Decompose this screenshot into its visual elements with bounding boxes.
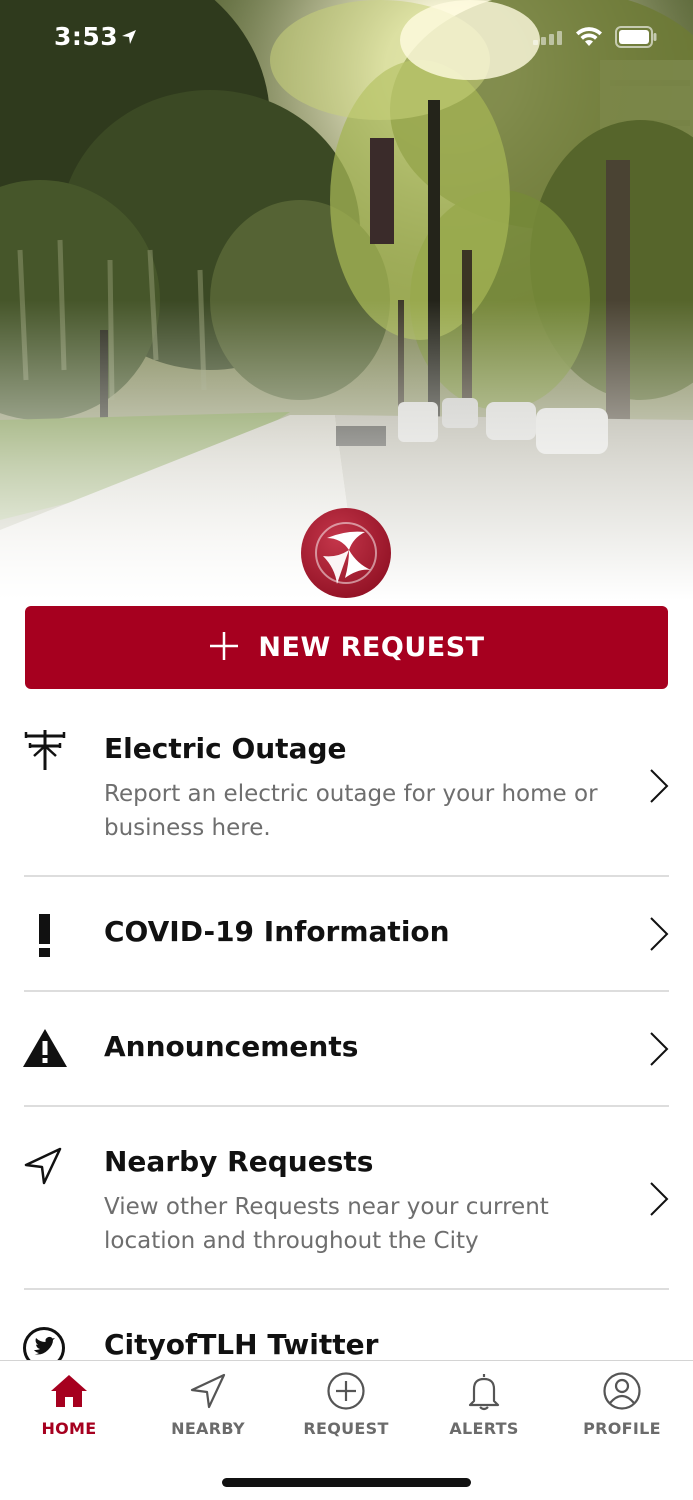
tab-profile[interactable]: PROFILE — [553, 1371, 691, 1451]
tab-home[interactable]: HOME — [0, 1371, 138, 1451]
location-arrow-icon — [22, 1145, 64, 1191]
plus-icon — [208, 630, 240, 666]
wifi-icon — [575, 26, 603, 52]
person-circle-icon — [602, 1371, 642, 1411]
tab-nearby[interactable]: NEARBY — [139, 1371, 277, 1451]
chevron-right-icon — [648, 915, 670, 957]
signal-icon — [533, 30, 563, 49]
home-icon — [49, 1371, 89, 1411]
list-item-title: Announcements — [104, 1030, 359, 1063]
battery-icon — [615, 26, 657, 52]
power-line-icon — [22, 726, 68, 776]
tab-label: PROFILE — [583, 1419, 661, 1438]
tab-label: REQUEST — [303, 1419, 389, 1438]
location-arrow-icon — [188, 1371, 228, 1411]
list-item-electric-outage[interactable]: Electric Outage Report an electric outag… — [0, 700, 693, 875]
tab-label: NEARBY — [171, 1419, 245, 1438]
app-screen: 3:53 NEW REQUEST Electric Outage Report … — [0, 0, 693, 1500]
tab-label: HOME — [41, 1419, 97, 1438]
home-indicator — [222, 1478, 471, 1487]
status-bar: 3:53 — [0, 0, 693, 80]
new-request-button[interactable]: NEW REQUEST — [25, 606, 668, 689]
list-item-title: CityofTLH Twitter — [104, 1328, 379, 1361]
plus-circle-icon — [326, 1371, 366, 1411]
list-item-title: Electric Outage — [104, 732, 347, 765]
tab-label: ALERTS — [449, 1419, 519, 1438]
list-item-title: Nearby Requests — [104, 1145, 374, 1178]
list-item-cityoftlh-twitter[interactable]: CityofTLH Twitter — [0, 1290, 693, 1361]
list-item-description: View other Requests near your current lo… — [104, 1194, 549, 1254]
home-menu-list: Electric Outage Report an electric outag… — [0, 700, 693, 1361]
chevron-right-icon — [648, 1180, 670, 1222]
city-star-logo-icon — [301, 508, 391, 598]
list-item-announcements[interactable]: Announcements — [0, 992, 693, 1105]
location-services-icon — [120, 28, 138, 50]
twitter-icon — [22, 1326, 66, 1361]
list-item-title: COVID-19 Information — [104, 915, 450, 948]
tab-alerts[interactable]: ALERTS — [415, 1371, 553, 1451]
exclamation-icon — [22, 912, 68, 962]
tab-request[interactable]: REQUEST — [277, 1371, 415, 1451]
list-item-covid-19[interactable]: COVID-19 Information — [0, 877, 693, 990]
status-time: 3:53 — [54, 22, 119, 51]
warning-triangle-icon — [22, 1027, 68, 1073]
chevron-right-icon — [648, 767, 670, 809]
new-request-label: NEW REQUEST — [258, 632, 485, 663]
tab-bar: HOME NEARBY REQUEST ALERTS PROFILE — [0, 1360, 693, 1500]
list-item-description: Report an electric outage for your home … — [104, 781, 598, 841]
chevron-right-icon — [648, 1030, 670, 1072]
status-indicators — [533, 26, 657, 52]
list-item-nearby-requests[interactable]: Nearby Requests View other Requests near… — [0, 1107, 693, 1287]
bell-icon — [464, 1371, 504, 1411]
